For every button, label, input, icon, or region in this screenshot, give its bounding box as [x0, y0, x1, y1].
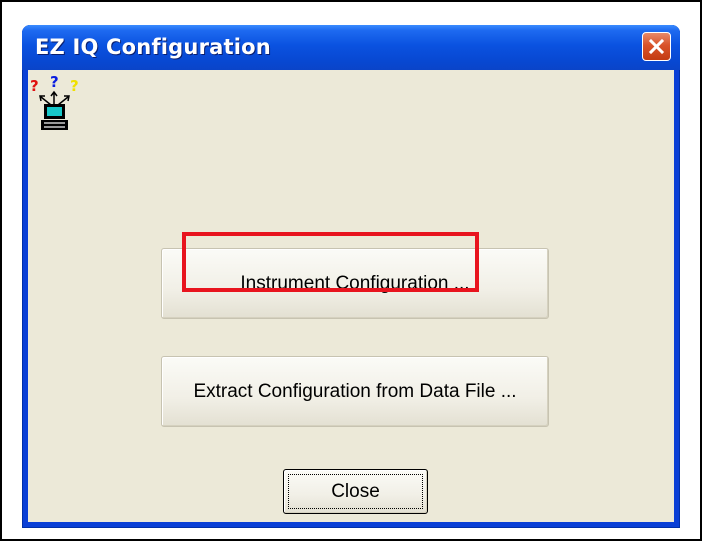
extract-configuration-button[interactable]: Extract Configuration from Data File ... [161, 356, 549, 427]
instrument-configuration-button[interactable]: Instrument Configuration ... [161, 248, 549, 319]
instrument-config-icon: ? ? ? [30, 75, 79, 130]
question-mark-yellow: ? [70, 77, 79, 95]
question-mark-blue: ? [50, 75, 59, 91]
instrument-configuration-label: Instrument Configuration ... [240, 272, 470, 294]
dialog-client-area: ? ? ? Instrument Configuration ... Extra… [28, 70, 674, 522]
title-bar[interactable]: EZ IQ Configuration [22, 25, 680, 70]
close-label: Close [331, 480, 380, 502]
close-icon [648, 38, 665, 55]
close-window-button[interactable] [642, 32, 671, 61]
close-button[interactable]: Close [283, 469, 428, 514]
dialog-window: EZ IQ Configuration ? ? ? Instrument Con… [22, 25, 680, 528]
window-title: EZ IQ Configuration [35, 35, 271, 59]
extract-configuration-label: Extract Configuration from Data File ... [193, 380, 517, 402]
question-mark-red: ? [30, 77, 39, 95]
